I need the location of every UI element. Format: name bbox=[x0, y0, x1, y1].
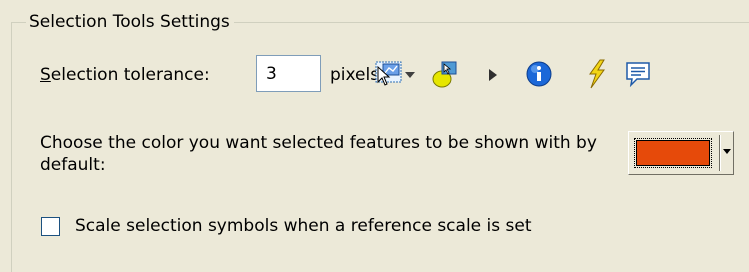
color-button-divider bbox=[719, 135, 720, 171]
groupbox-title: Selection Tools Settings bbox=[26, 11, 234, 33]
selection-tolerance-mnemonic: S bbox=[40, 65, 51, 85]
selection-tolerance-input[interactable] bbox=[256, 55, 321, 92]
scale-selection-symbols-checkbox[interactable] bbox=[41, 217, 60, 236]
select-features-icon[interactable] bbox=[375, 61, 403, 87]
selection-tolerance-label-text: election tolerance: bbox=[50, 65, 210, 85]
arrow-pointer-icon[interactable] bbox=[487, 68, 499, 82]
selection-color-description: Choose the color you want selected featu… bbox=[40, 133, 597, 175]
scale-selection-symbols-label[interactable]: Scale selection symbols when a reference… bbox=[75, 214, 532, 238]
lightning-icon[interactable] bbox=[585, 59, 607, 89]
tolerance-units-label: pixels bbox=[330, 65, 380, 85]
dropdown-arrow-icon[interactable] bbox=[404, 70, 416, 80]
comment-icon[interactable] bbox=[625, 61, 651, 87]
selection-tolerance-label: Selection tolerance: bbox=[40, 63, 210, 87]
selection-color-dropdown-button[interactable] bbox=[628, 131, 734, 175]
select-elements-icon[interactable] bbox=[432, 60, 460, 88]
color-dropdown-arrow-icon[interactable] bbox=[723, 149, 731, 154]
selection-color-swatch bbox=[634, 138, 712, 168]
identify-icon[interactable] bbox=[526, 61, 552, 87]
